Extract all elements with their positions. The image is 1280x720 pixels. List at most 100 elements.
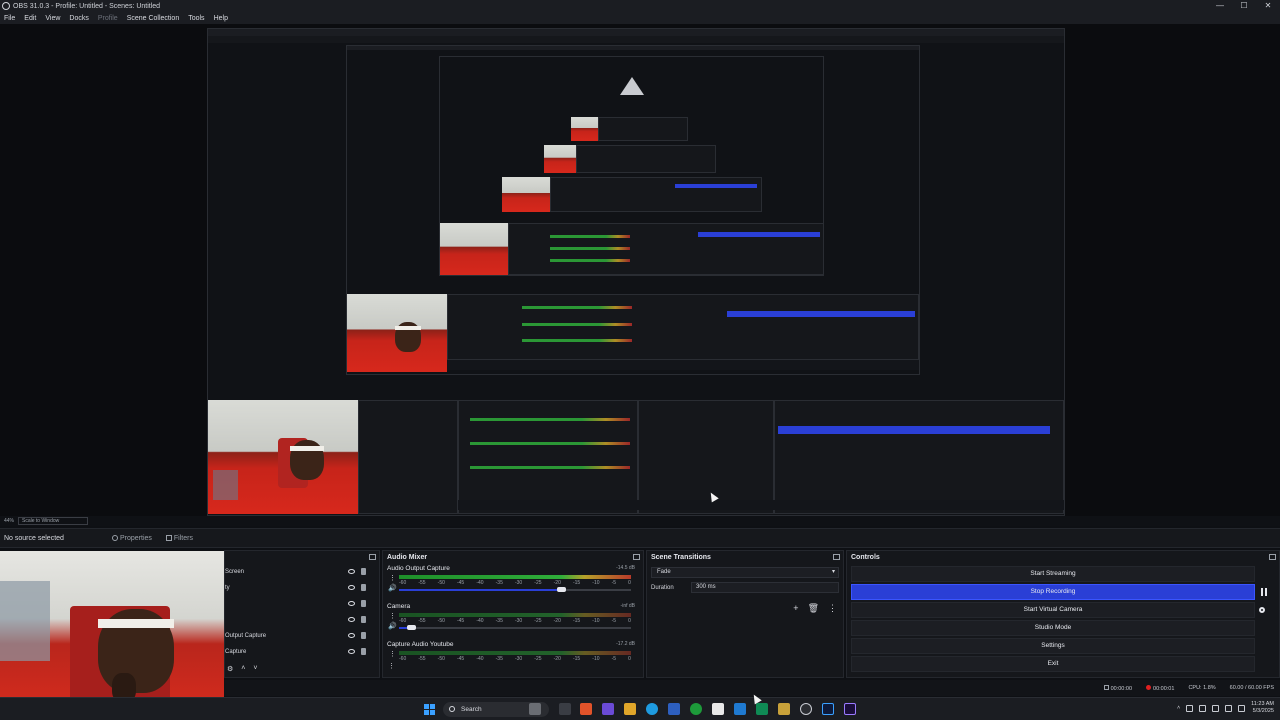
- source-properties-button[interactable]: ⚙: [227, 665, 233, 673]
- rec-time: 00:00:01: [1146, 684, 1174, 692]
- meter-tick-label: -30: [514, 580, 523, 586]
- lock-icon[interactable]: [361, 600, 366, 607]
- duration-input[interactable]: 300 ms: [691, 582, 839, 593]
- source-item[interactable]: ty: [225, 580, 379, 596]
- lock-icon[interactable]: [361, 632, 366, 639]
- source-name: Capture: [225, 649, 247, 655]
- transition-select[interactable]: Fade: [651, 567, 839, 578]
- lock-icon[interactable]: [361, 616, 366, 623]
- edge-icon[interactable]: [646, 703, 658, 715]
- obs-taskbar-icon[interactable]: [800, 703, 812, 715]
- tray-chevron-icon[interactable]: ˄: [1177, 705, 1180, 711]
- premiere-icon[interactable]: [844, 703, 856, 715]
- obs-logo-icon: [2, 2, 10, 10]
- start-streaming-button[interactable]: Start Streaming: [851, 566, 1255, 582]
- speaker-icon[interactable]: 🔊: [388, 622, 397, 630]
- meter-tick-label: -55: [418, 580, 426, 586]
- menu-file[interactable]: File: [4, 15, 15, 22]
- filters-button[interactable]: Filters: [165, 535, 193, 542]
- record-dot-icon: [1146, 684, 1152, 690]
- undock-icon[interactable]: [1269, 554, 1276, 560]
- minimize-button[interactable]: —: [1208, 0, 1232, 12]
- tray-icon[interactable]: [1186, 704, 1194, 712]
- add-icon[interactable]: +: [793, 603, 798, 614]
- eye-icon[interactable]: [348, 633, 355, 638]
- speaker-icon[interactable]: 🔊: [388, 584, 397, 592]
- menu-edit[interactable]: Edit: [24, 15, 36, 22]
- volume-knob[interactable]: [557, 587, 567, 592]
- move-up-button[interactable]: ˄: [241, 665, 245, 673]
- meter-tick-label: -15: [572, 580, 581, 586]
- network-icon[interactable]: [1212, 704, 1220, 712]
- menu-profile[interactable]: Profile: [98, 15, 118, 22]
- undock-icon[interactable]: [369, 554, 376, 560]
- eye-icon[interactable]: [348, 585, 355, 590]
- volume-slider[interactable]: [399, 627, 631, 629]
- volume-knob[interactable]: [406, 625, 416, 630]
- settings-button[interactable]: Settings: [851, 638, 1255, 654]
- trash-icon[interactable]: 🗑: [808, 603, 819, 614]
- nested-camera-feed: [347, 294, 447, 372]
- undock-icon[interactable]: [833, 554, 840, 560]
- menu-bar: File Edit View Docks Profile Scene Colle…: [0, 12, 1280, 24]
- kebab-menu-icon[interactable]: ⋮: [389, 612, 396, 620]
- preview-canvas[interactable]: [0, 24, 1280, 516]
- widget-icon[interactable]: [529, 703, 541, 715]
- clock[interactable]: 11:23 AM 5/3/2025: [1251, 701, 1274, 715]
- teams-icon[interactable]: [602, 703, 614, 715]
- maximize-button[interactable]: ☐: [1232, 0, 1256, 12]
- eye-icon[interactable]: [348, 601, 355, 606]
- source-item[interactable]: Output Capture: [225, 628, 379, 644]
- file-explorer-icon[interactable]: [624, 703, 636, 715]
- kebab-menu-icon[interactable]: ⋮: [389, 574, 396, 582]
- menu-view[interactable]: View: [45, 15, 60, 22]
- undock-icon[interactable]: [633, 554, 640, 560]
- eye-icon[interactable]: [348, 617, 355, 622]
- channel-name: Audio Output Capture: [387, 565, 450, 572]
- eye-icon[interactable]: [348, 649, 355, 654]
- exit-button[interactable]: Exit: [851, 656, 1255, 672]
- app-icon[interactable]: [778, 703, 790, 715]
- browser-icon[interactable]: [580, 703, 592, 715]
- lock-icon[interactable]: [361, 584, 366, 591]
- battery-icon[interactable]: [1238, 704, 1246, 712]
- tray-icon[interactable]: [1199, 704, 1207, 712]
- menu-help[interactable]: Help: [214, 15, 228, 22]
- scene-transitions-dock: Scene Transitions Fade Duration 300 ms +…: [646, 550, 844, 678]
- notepad-icon[interactable]: [712, 703, 724, 715]
- meter-tick-label: -60: [399, 580, 407, 586]
- xbox-icon[interactable]: [690, 703, 702, 715]
- channel-db: -17.2 dB: [616, 641, 635, 647]
- windows-start-icon[interactable]: [424, 704, 435, 715]
- stop-recording-button[interactable]: Stop Recording: [851, 584, 1267, 600]
- properties-button[interactable]: Properties: [112, 535, 152, 542]
- source-item[interactable]: Capture: [225, 644, 379, 660]
- volume-icon[interactable]: [1225, 704, 1233, 712]
- close-button[interactable]: ✕: [1256, 0, 1280, 12]
- lock-icon[interactable]: [361, 648, 366, 655]
- menu-scene-collection[interactable]: Scene Collection: [127, 15, 180, 22]
- lock-icon[interactable]: [361, 568, 366, 575]
- kebab-menu-icon[interactable]: ⋮: [388, 662, 395, 670]
- eye-icon[interactable]: [348, 569, 355, 574]
- duration-label: Duration: [651, 584, 674, 591]
- source-item[interactable]: [225, 596, 379, 612]
- pause-icon[interactable]: [1261, 588, 1267, 596]
- source-item[interactable]: Screen: [225, 564, 379, 580]
- task-view-icon[interactable]: [559, 703, 571, 715]
- studio-mode-button[interactable]: Studio Mode: [851, 620, 1255, 636]
- photoshop-icon[interactable]: [822, 703, 834, 715]
- move-down-button[interactable]: ˅: [253, 665, 257, 673]
- source-item[interactable]: [225, 612, 379, 628]
- app-icon[interactable]: [734, 703, 746, 715]
- audio-mixer-dock: Audio Mixer Audio Output Capture -14.5 d…: [382, 550, 644, 678]
- menu-docks[interactable]: Docks: [69, 15, 88, 22]
- kebab-menu-icon[interactable]: ⋮: [389, 650, 396, 658]
- start-virtual-camera-button[interactable]: Start Virtual Camera: [851, 602, 1265, 618]
- gear-icon[interactable]: [1259, 607, 1265, 613]
- kebab-menu-icon[interactable]: ⋮: [828, 603, 837, 614]
- scale-select[interactable]: Scale to Window: [18, 517, 88, 525]
- app-icon[interactable]: [756, 703, 768, 715]
- store-icon[interactable]: [668, 703, 680, 715]
- menu-tools[interactable]: Tools: [188, 15, 204, 22]
